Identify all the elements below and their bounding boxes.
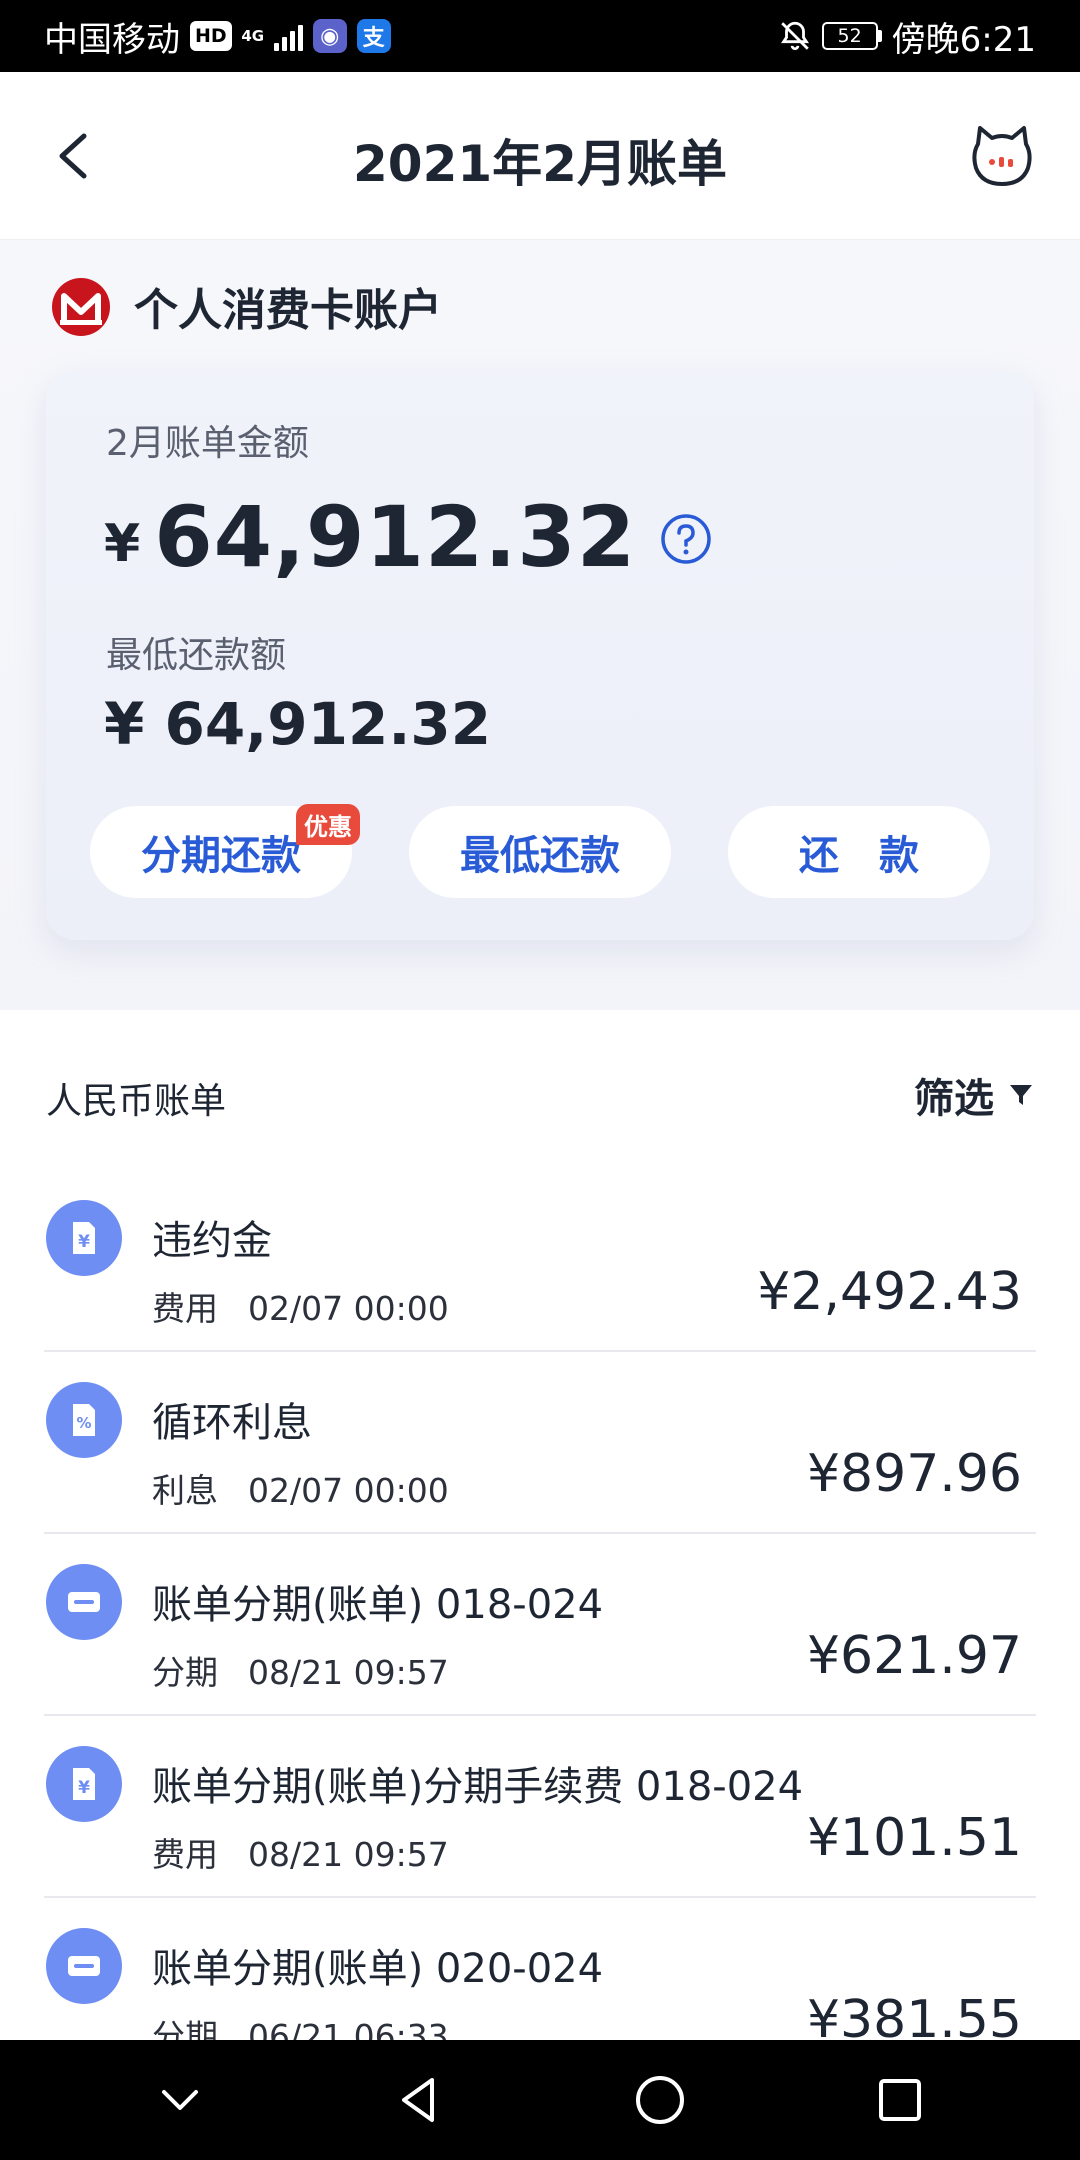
- repay-button[interactable]: 还 款: [728, 806, 990, 898]
- bill-item-type: 费用: [152, 1835, 218, 1874]
- network-type: 4G: [241, 26, 265, 45]
- min-payment-label: 最低还款额: [106, 635, 287, 676]
- bill-item-amount: ¥897.96: [806, 1444, 1022, 1504]
- cat-assistant-icon[interactable]: [966, 120, 1038, 192]
- bill-item-meta: 分期 06/21 06:33: [152, 2010, 449, 2040]
- bill-amount: ¥ 64,912.32: [104, 488, 712, 586]
- filter-button[interactable]: 筛选: [914, 1066, 1034, 1124]
- svg-text:%: %: [76, 1414, 91, 1432]
- alipay-icon: 支: [356, 19, 391, 53]
- system-nav-bar: [0, 2040, 1080, 2160]
- min-repay-button[interactable]: 最低还款: [409, 806, 671, 898]
- nav-back-icon[interactable]: [390, 2070, 450, 2130]
- nav-collapse-icon[interactable]: [150, 2070, 210, 2130]
- bill-item-name: 账单分期(账单) 018-024: [152, 1582, 604, 1628]
- bill-row[interactable]: 账单分期(账单) 018-024 分期 08/21 09:57 ¥621.97: [44, 1534, 1036, 1716]
- bill-item-time: 02/07 00:00: [248, 1289, 449, 1328]
- bill-item-time: 08/21 09:57: [248, 1835, 449, 1874]
- filter-funnel-icon: [1010, 1085, 1032, 1105]
- bill-item-type: 费用: [152, 1289, 218, 1328]
- bill-item-type: 利息: [152, 1471, 218, 1510]
- repay-label: 还 款: [799, 833, 919, 879]
- bill-item-amount: ¥621.97: [806, 1626, 1022, 1686]
- min-repay-label: 最低还款: [460, 833, 620, 879]
- bill-item-meta: 费用 02/07 00:00: [152, 1282, 449, 1330]
- bill-item-type: 分期: [152, 1653, 218, 1692]
- nav-recents-icon[interactable]: [870, 2070, 930, 2130]
- bill-item-time: 02/07 00:00: [248, 1471, 449, 1510]
- bill-item-meta: 费用 08/21 09:57: [152, 1828, 449, 1876]
- account-section: 个人消费卡账户 2月账单金额 ¥ 64,912.32 最低还款额 ¥ 64,91…: [0, 240, 1080, 1010]
- app-header: 2021年2月账单: [0, 72, 1080, 240]
- min-payment-value: ¥ 64,912.32: [104, 690, 492, 758]
- bill-item-amount: ¥381.55: [806, 1990, 1022, 2040]
- filter-label: 筛选: [914, 1076, 994, 1122]
- bill-row[interactable]: 账单分期(账单) 020-024 分期 06/21 06:33 ¥381.55: [44, 1898, 1036, 2040]
- action-buttons: 分期还款 优惠 最低还款 还 款: [90, 804, 990, 898]
- battery-level: 52: [821, 22, 878, 50]
- yuan-doc-icon: ¥: [46, 1746, 122, 1822]
- currency-symbol: ¥: [104, 514, 141, 574]
- bank-logo-icon: [52, 278, 110, 336]
- bill-list: ¥ 违约金 费用 02/07 00:00 ¥2,492.43 % 循环利息 利息 0…: [0, 1170, 1080, 2040]
- signal-icon: [273, 21, 303, 51]
- installment-repay-label: 分期还款: [141, 833, 301, 879]
- bill-row[interactable]: ¥ 违约金 费用 02/07 00:00 ¥2,492.43: [44, 1170, 1036, 1352]
- carrier-name: 中国移动: [44, 19, 180, 60]
- bill-item-meta: 利息 02/07 00:00: [152, 1464, 449, 1512]
- clock: 傍晚6:21: [891, 19, 1036, 60]
- installment-card-icon: [46, 1928, 122, 2004]
- bill-item-name: 账单分期(账单) 020-024: [152, 1946, 604, 1992]
- nav-home-icon[interactable]: [630, 2070, 690, 2130]
- bill-item-name: 循环利息: [152, 1400, 312, 1446]
- status-bar: 中国移动 HD 4G ◉ 支 52 傍晚6:21: [0, 0, 1080, 72]
- bill-item-name: 账单分期(账单)分期手续费 018-024: [152, 1764, 804, 1810]
- notification-app-icon: ◉: [312, 19, 347, 53]
- mute-bell-icon: [780, 21, 809, 51]
- installment-card-icon: [46, 1564, 122, 1640]
- bills-panel: 人民币账单 筛选 ¥ 违约金 费用 02/07 00:00 ¥2,492.43 %…: [0, 1010, 1080, 2040]
- bill-item-time: 06/21 06:33: [248, 2017, 449, 2040]
- bill-item-name: 违约金: [152, 1218, 272, 1264]
- help-icon[interactable]: [660, 513, 712, 565]
- page-title: 2021年2月账单: [353, 135, 727, 193]
- bill-item-amount: ¥2,492.43: [757, 1262, 1022, 1322]
- bill-item-meta: 分期 08/21 09:57: [152, 1646, 449, 1694]
- bill-summary-card: 2月账单金额 ¥ 64,912.32 最低还款额 ¥ 64,912.32 分期还…: [46, 370, 1034, 940]
- account-name: 个人消费卡账户: [134, 285, 442, 336]
- bill-amount-label: 2月账单金额: [106, 423, 309, 464]
- bill-item-type: 分期: [152, 2017, 218, 2040]
- svg-text:¥: ¥: [78, 1232, 90, 1252]
- bills-list-title: 人民币账单: [46, 1081, 227, 1122]
- yuan-doc-icon: ¥: [46, 1200, 122, 1276]
- svg-text:¥: ¥: [78, 1778, 90, 1798]
- battery-icon: 52: [821, 22, 882, 50]
- bill-item-time: 08/21 09:57: [248, 1653, 449, 1692]
- hd-badge: HD: [190, 21, 232, 51]
- promo-badge: 优惠: [296, 804, 360, 845]
- percent-doc-icon: %: [46, 1382, 122, 1458]
- bill-amount-value: 64,912.32: [154, 488, 637, 586]
- bill-row[interactable]: ¥ 账单分期(账单)分期手续费 018-024 费用 08/21 09:57 ¥1…: [44, 1716, 1036, 1898]
- bill-item-amount: ¥101.51: [806, 1808, 1022, 1868]
- installment-repay-button[interactable]: 分期还款 优惠: [90, 804, 360, 898]
- bill-row[interactable]: % 循环利息 利息 02/07 00:00 ¥897.96: [44, 1352, 1036, 1534]
